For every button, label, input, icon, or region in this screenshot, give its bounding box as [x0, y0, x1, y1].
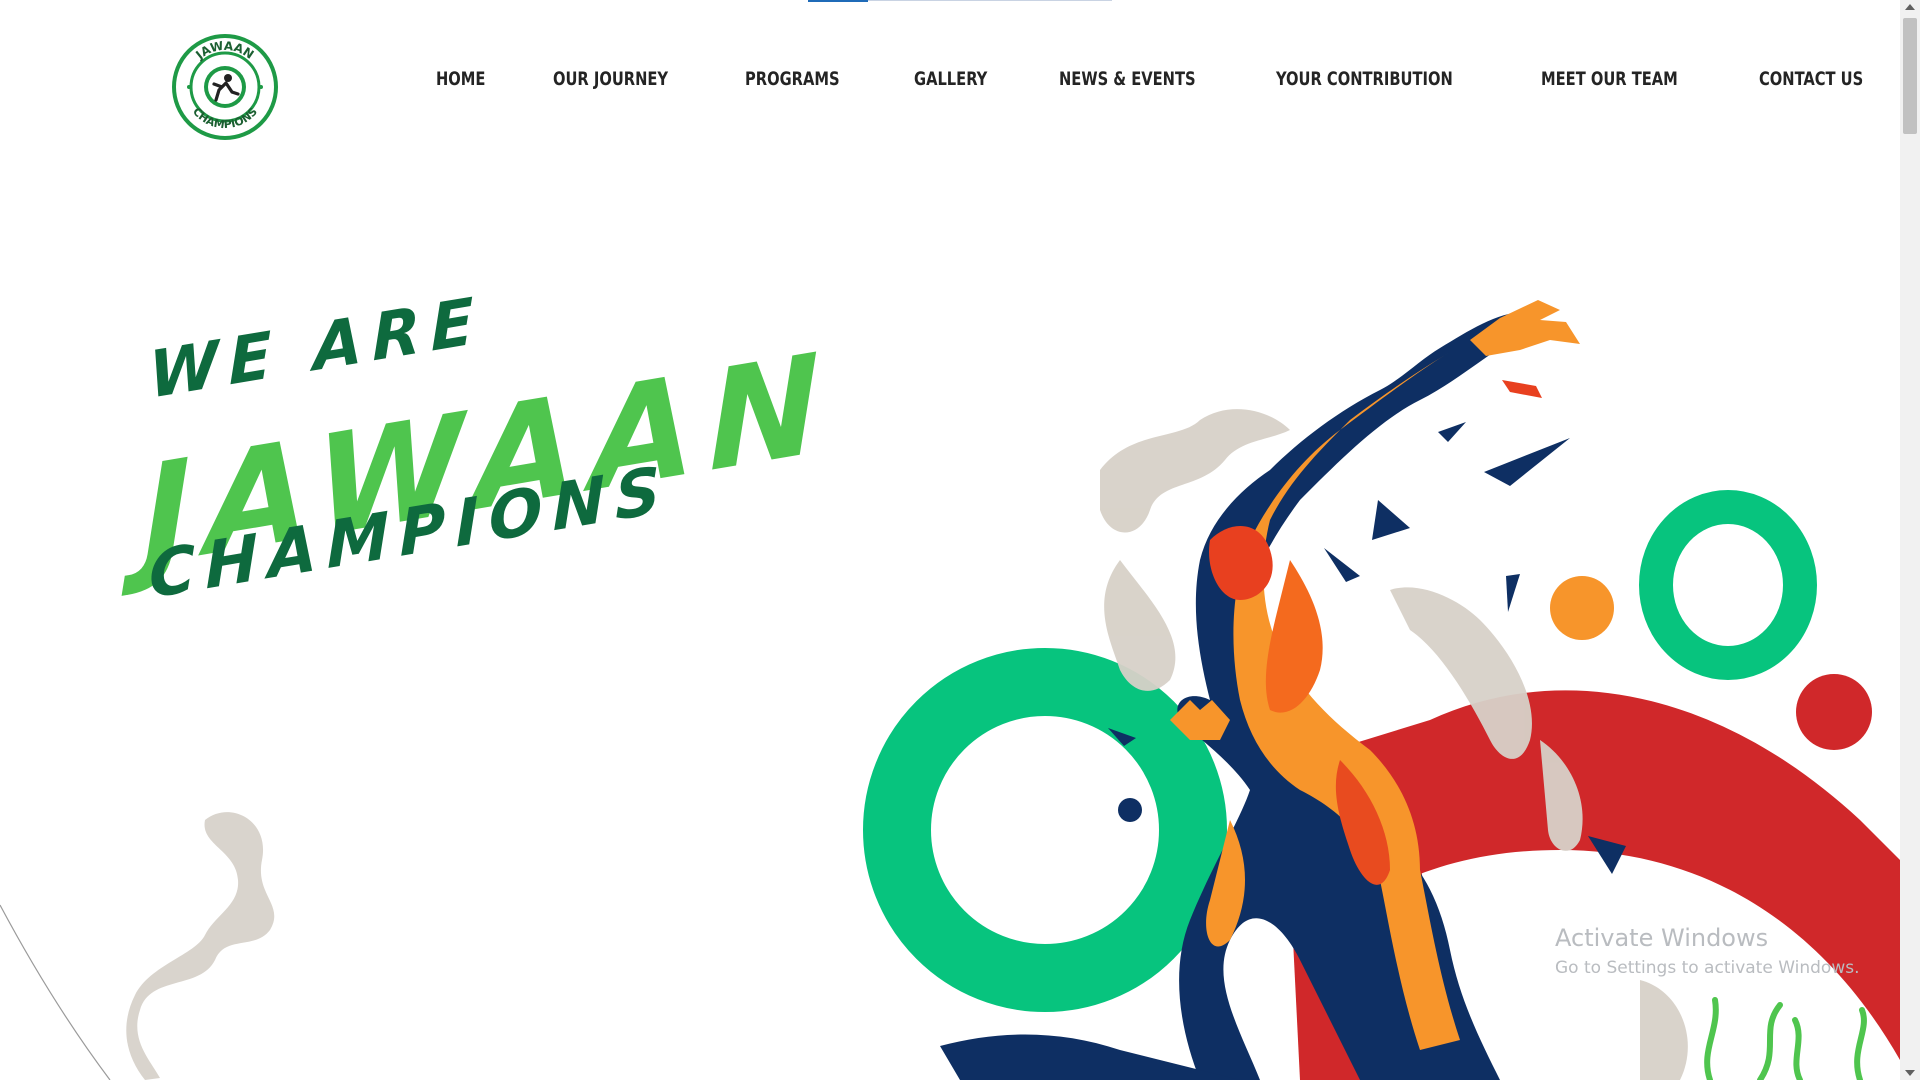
nav-programs[interactable]: PROGRAMS [745, 68, 840, 90]
scrollbar-thumb[interactable] [1903, 18, 1917, 134]
smoke-trail-left [126, 812, 275, 1080]
nav-contact-us[interactable]: CONTACT US [1759, 68, 1863, 90]
green-ring-large [863, 648, 1227, 1012]
windows-activation-watermark: Activate Windows Go to Settings to activ… [1555, 924, 1860, 978]
nav-our-journey[interactable]: OUR JOURNEY [553, 68, 668, 90]
red-swoosh [1300, 690, 1900, 1060]
watermark-subtitle: Go to Settings to activate Windows. [1555, 958, 1860, 978]
scroll-up-arrow-icon[interactable] [1905, 4, 1915, 10]
main-navigation: HOME OUR JOURNEY PROGRAMS GALLERY NEWS &… [436, 68, 1880, 90]
top-progress-line [808, 0, 1112, 2]
nav-meet-our-team[interactable]: MEET OUR TEAM [1541, 68, 1678, 90]
top-progress-active [808, 0, 868, 2]
hero-heading: WE ARE JAWAAN CHAMPIONS [140, 283, 850, 614]
green-ring-small [1639, 490, 1817, 680]
athlete-figure [1170, 300, 1580, 1080]
nav-news-events[interactable]: NEWS & EVENTS [1059, 68, 1196, 90]
nav-home[interactable]: HOME [436, 68, 485, 90]
nav-your-contribution[interactable]: YOUR CONTRIBUTION [1276, 68, 1453, 90]
scroll-down-arrow-icon[interactable] [1905, 1070, 1915, 1076]
watermark-title: Activate Windows [1555, 924, 1769, 952]
jawaan-champions-logo[interactable]: JAWAAN CHAMPIONS [172, 34, 278, 140]
nav-gallery[interactable]: GALLERY [914, 68, 987, 90]
vertical-scrollbar[interactable] [1900, 0, 1920, 1080]
